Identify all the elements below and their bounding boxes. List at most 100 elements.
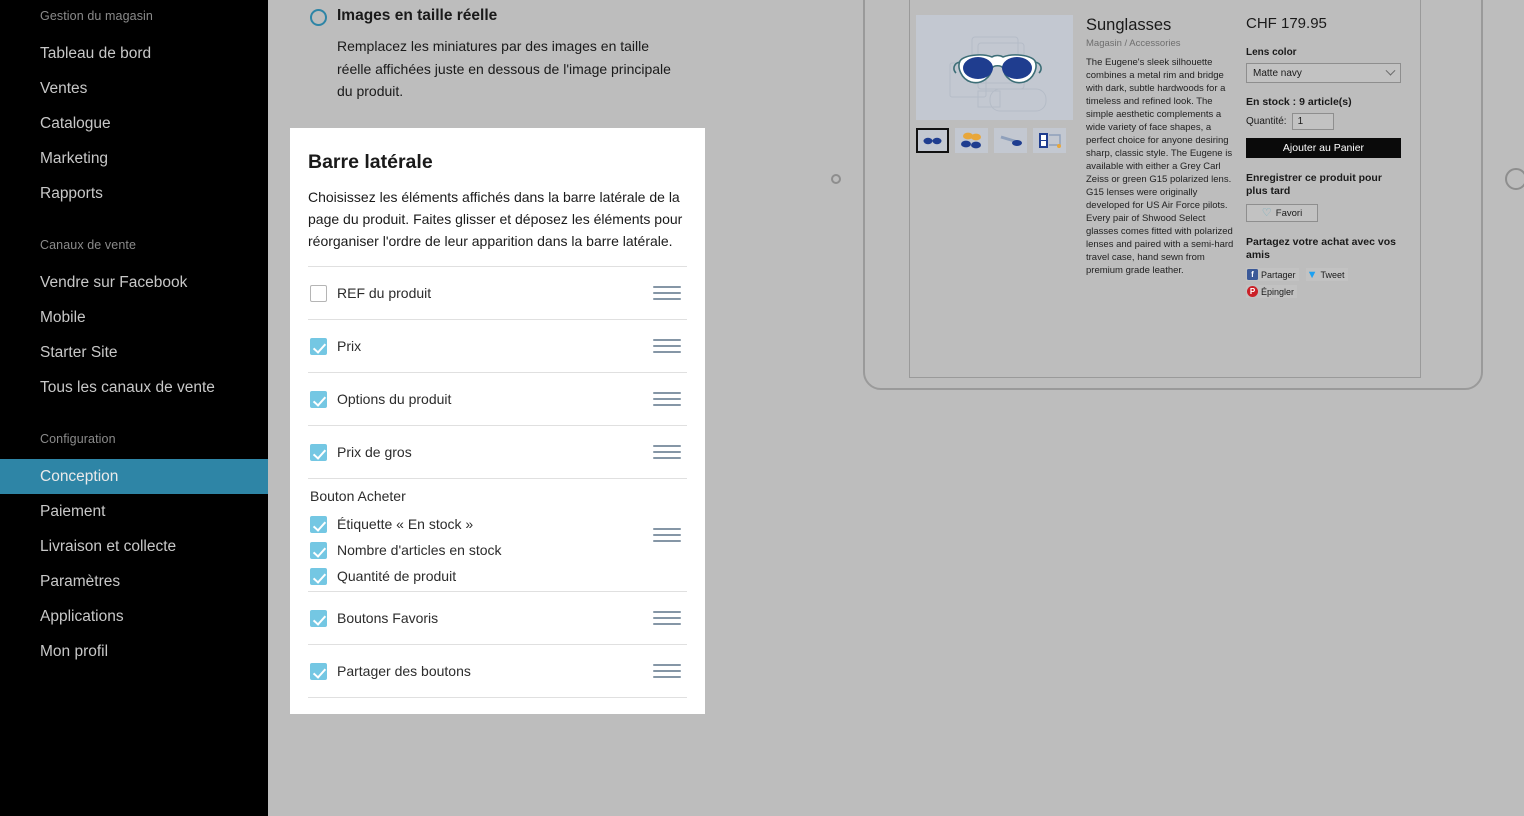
card-description: Choisissez les éléments affichés dans la… [308, 189, 683, 249]
sidebar-item-label: Conception [40, 467, 119, 485]
group-label: Bouton Acheter [310, 488, 406, 504]
sidebar-item-applications[interactable]: Applications [0, 599, 268, 634]
sidebar-item-ventes[interactable]: Ventes [0, 71, 268, 106]
option-header: Images en taille réelle [310, 6, 710, 26]
checkbox-prix[interactable]: Prix [310, 337, 361, 355]
preview-resize-handle-right[interactable] [1505, 168, 1524, 190]
checkbox-etiquette-en-stock[interactable]: Étiquette « En stock » [310, 515, 502, 533]
sidebar-section-label: Gestion du magasin [40, 9, 153, 23]
twitter-share-label: Tweet [1320, 269, 1345, 280]
sidebar-item-catalogue[interactable]: Catalogue [0, 106, 268, 141]
sidebar-item-rapports[interactable]: Rapports [0, 176, 268, 211]
lens-color-select[interactable]: Matte navy [1246, 63, 1401, 83]
sidebar-section-label: Configuration [40, 432, 116, 446]
checkbox-icon-checked[interactable] [310, 662, 327, 680]
sidebar-item-parametres[interactable]: Paramètres [0, 564, 268, 599]
checkbox-label: Étiquette « En stock » [337, 516, 474, 532]
checkbox-icon-checked[interactable] [310, 515, 327, 533]
product-image-column [916, 15, 1076, 298]
sidebar-item-livraison-et-collecte[interactable]: Livraison et collecte [0, 529, 268, 564]
checkbox-icon-checked[interactable] [310, 443, 327, 461]
checkbox-icon-checked[interactable] [310, 390, 327, 408]
sidebar-item-vendre-sur-facebook[interactable]: Vendre sur Facebook [0, 265, 268, 300]
breadcrumb: Magasin / Accessories [1086, 38, 1181, 49]
chevron-down-icon [1385, 65, 1396, 76]
checkbox-icon-checked[interactable] [310, 541, 327, 559]
twitter-share-button[interactable]: ▼ Tweet [1305, 268, 1348, 281]
drag-handle-icon[interactable] [653, 611, 681, 625]
checkbox-label: REF du produit [337, 285, 432, 301]
sidebar-section-sales-channels: Canaux de vente Vendre sur Facebook Mobi… [0, 211, 268, 405]
sunglasses-illustration [949, 36, 1047, 112]
checkbox-partager-des-boutons[interactable]: Partager des boutons [310, 662, 471, 680]
product-thumbnail-2[interactable] [955, 128, 988, 153]
drag-handle-icon[interactable] [653, 392, 681, 406]
drag-handle-icon[interactable] [653, 286, 681, 300]
thumbnail-pair-icon [961, 132, 981, 149]
sidebar-item-label: Marketing [40, 149, 109, 167]
thumbnail-case-icon [1039, 133, 1061, 148]
pinterest-share-button[interactable]: P Épingler [1246, 285, 1298, 298]
drag-handle-icon[interactable] [653, 528, 681, 542]
checkbox-label: Options du produit [337, 391, 452, 407]
table-row[interactable]: REF du produit [308, 267, 687, 320]
facebook-share-button[interactable]: f Partager [1246, 268, 1299, 281]
sidebar-item-tableau-de-bord[interactable]: Tableau de bord [0, 36, 268, 71]
product-info-column: Sunglasses Magasin / Accessories The Eug… [1086, 15, 1236, 298]
facebook-icon: f [1247, 269, 1258, 280]
checkbox-icon-checked[interactable] [310, 337, 327, 355]
product-page-preview: Sunglasses Magasin / Accessories The Eug… [910, 15, 1420, 298]
product-description: The Eugene's sleek silhouette combines a… [1086, 57, 1234, 276]
sidebar-item-mon-profil[interactable]: Mon profil [0, 634, 268, 669]
table-row[interactable]: Partager des boutons [308, 645, 687, 698]
sidebar-item-label: Livraison et collecte [40, 537, 177, 555]
share-heading: Partagez votre achat avec vos amis [1246, 236, 1396, 261]
sidebar-item-tous-les-canaux-de-vente[interactable]: Tous les canaux de vente [0, 370, 268, 405]
sidebar-section-configuration: Configuration Conception Paiement Livrai… [0, 405, 268, 669]
product-thumbnail-strip [916, 128, 1076, 153]
table-row[interactable]: Prix [308, 320, 687, 373]
checkbox-icon-checked[interactable] [310, 567, 327, 585]
table-row[interactable]: Boutons Favoris [308, 592, 687, 645]
row-items: Prix de gros [310, 437, 412, 467]
table-row[interactable]: Prix de gros [308, 426, 687, 479]
sidebar-item-starter-site[interactable]: Starter Site [0, 335, 268, 370]
thumbnail-front-icon [923, 137, 942, 145]
checkbox-icon-unchecked[interactable] [310, 284, 327, 302]
checkbox-nombre-articles-en-stock[interactable]: Nombre d'articles en stock [310, 541, 502, 559]
checkbox-quantite-de-produit[interactable]: Quantité de produit [310, 567, 502, 585]
checkbox-ref-du-produit[interactable]: REF du produit [310, 284, 431, 302]
drag-handle-icon[interactable] [653, 664, 681, 678]
device-frame: Sunglasses Magasin / Accessories The Eug… [863, 0, 1483, 390]
sidebar-item-mobile[interactable]: Mobile [0, 300, 268, 335]
checkbox-options-du-produit[interactable]: Options du produit [310, 390, 451, 408]
drag-handle-icon[interactable] [653, 339, 681, 353]
favorite-button[interactable]: ♡ Favori [1246, 204, 1318, 222]
add-to-cart-button[interactable]: Ajouter au Panier [1246, 138, 1401, 158]
sidebar-item-label: Vendre sur Facebook [40, 273, 188, 291]
drag-handle-icon[interactable] [653, 445, 681, 459]
radio-button-icon[interactable] [310, 9, 327, 26]
sidebar-item-label: Paiement [40, 502, 106, 520]
checkbox-prix-de-gros[interactable]: Prix de gros [310, 443, 412, 461]
heart-icon: ♡ [1261, 207, 1272, 219]
quantity-input[interactable]: 1 [1291, 113, 1334, 130]
table-row-bouton-acheter[interactable]: Bouton Acheter Étiquette « En stock » No… [308, 479, 687, 592]
facebook-share-label: Partager [1261, 269, 1296, 280]
product-thumbnail-1[interactable] [916, 128, 949, 153]
product-main-image[interactable] [916, 15, 1073, 120]
checkbox-icon-checked[interactable] [310, 609, 327, 627]
checkbox-boutons-favoris[interactable]: Boutons Favoris [310, 609, 438, 627]
table-row[interactable]: Options du produit [308, 373, 687, 426]
preview-resize-handle-left[interactable] [831, 174, 841, 184]
sidebar-item-label: Ventes [40, 79, 88, 97]
sidebar-item-paiement[interactable]: Paiement [0, 494, 268, 529]
design-settings-page: Gestion du magasin Tableau de bord Vente… [0, 0, 1524, 816]
sidebar-item-conception[interactable]: Conception [0, 459, 268, 494]
main-sidebar: Gestion du magasin Tableau de bord Vente… [0, 0, 268, 816]
checkbox-label: Boutons Favoris [337, 610, 439, 626]
product-thumbnail-4[interactable] [1033, 128, 1066, 153]
sidebar-item-marketing[interactable]: Marketing [0, 141, 268, 176]
product-thumbnail-3[interactable] [994, 128, 1027, 153]
